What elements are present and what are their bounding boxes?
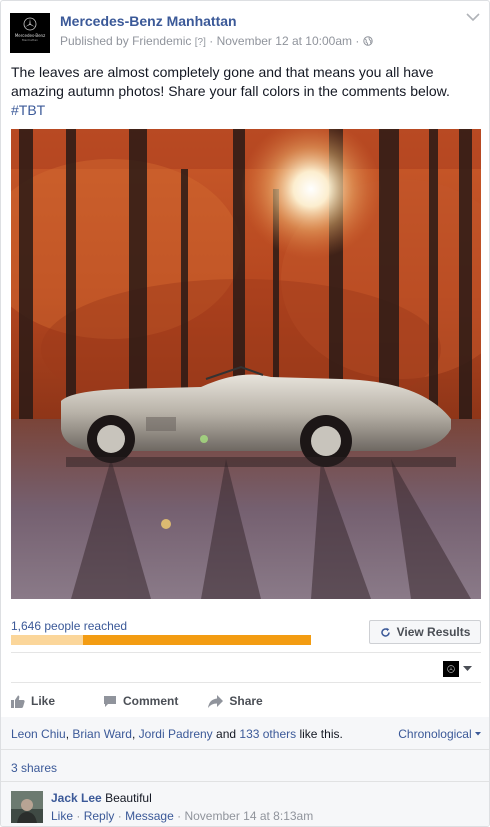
divider bbox=[11, 652, 481, 653]
comment-like-link[interactable]: Like bbox=[51, 809, 73, 823]
comment-body: Jack Lee Beautiful Like · Reply · Messag… bbox=[51, 791, 313, 823]
post-header: Mercedes-Benz Manhattan Mercedes-Benz Ma… bbox=[1, 1, 489, 59]
avatar-brand-sub: Manhattan bbox=[21, 38, 39, 42]
like-label: Like bbox=[31, 694, 56, 708]
reach-bar-organic bbox=[11, 635, 83, 645]
help-marker[interactable]: [?] bbox=[195, 37, 206, 48]
globe-icon[interactable] bbox=[362, 36, 373, 46]
comment-bubble-icon bbox=[104, 695, 117, 707]
refresh-icon bbox=[380, 627, 390, 637]
comment-message-link[interactable]: Message bbox=[125, 809, 174, 823]
comment-date[interactable]: November 14 at 8:13am bbox=[184, 809, 313, 823]
thumbs-up-icon bbox=[11, 695, 25, 708]
view-results-button[interactable]: View Results bbox=[369, 620, 481, 644]
post-message: The leaves are almost completely gone an… bbox=[11, 63, 481, 120]
divider bbox=[11, 682, 481, 683]
meta-separator: · bbox=[355, 34, 360, 48]
hashtag-link[interactable]: #TBT bbox=[11, 102, 45, 118]
like-button[interactable]: Like bbox=[11, 694, 55, 708]
post-meta: Published by Friendemic [?] · November 1… bbox=[60, 34, 373, 48]
comment-text: Beautiful bbox=[105, 791, 152, 805]
like-suffix: like this. bbox=[299, 727, 343, 741]
view-results-label: View Results bbox=[396, 625, 471, 639]
divider bbox=[1, 749, 489, 750]
published-by-label: Published by bbox=[60, 34, 129, 48]
separator: · bbox=[177, 809, 182, 823]
separator: · bbox=[117, 809, 122, 823]
sort-label: Chronological bbox=[398, 727, 472, 741]
liker-link[interactable]: Jordi Padreny bbox=[139, 727, 213, 741]
separator: · bbox=[76, 809, 81, 823]
meta-separator: · bbox=[209, 34, 214, 48]
page-avatar[interactable]: Mercedes-Benz Manhattan bbox=[10, 13, 50, 53]
comment-button[interactable]: Comment bbox=[103, 694, 178, 708]
autumn-car-photo bbox=[11, 129, 481, 599]
post-text: The leaves are almost completely gone an… bbox=[11, 64, 450, 99]
reach-bar-paid bbox=[83, 635, 311, 645]
mercedes-star-icon bbox=[23, 17, 37, 31]
commenter-avatar[interactable] bbox=[11, 791, 43, 823]
post-date[interactable]: November 12 at 10:00am bbox=[217, 34, 352, 48]
commenter-photo bbox=[11, 791, 43, 823]
caret-down-icon bbox=[475, 732, 481, 736]
comment-item: Jack Lee Beautiful Like · Reply · Messag… bbox=[11, 791, 481, 826]
share-button[interactable]: Share bbox=[208, 694, 263, 708]
page-avatar-small bbox=[443, 661, 459, 677]
comment-label: Comment bbox=[123, 694, 179, 708]
others-link[interactable]: 133 others bbox=[239, 727, 296, 741]
comment-author-link[interactable]: Jack Lee bbox=[51, 791, 102, 805]
divider bbox=[1, 781, 489, 782]
post-actions: Like Comment Share bbox=[11, 691, 293, 711]
liker-link[interactable]: Brian Ward bbox=[72, 727, 132, 741]
post-card: Mercedes-Benz Manhattan Mercedes-Benz Ma… bbox=[0, 0, 490, 827]
people-reached-label[interactable]: 1,646 people reached bbox=[11, 619, 127, 633]
shares-link[interactable]: 3 shares bbox=[11, 761, 57, 775]
mercedes-star-icon bbox=[447, 665, 455, 673]
chevron-down-icon[interactable] bbox=[465, 11, 481, 23]
publisher-link[interactable]: Friendemic bbox=[132, 34, 191, 48]
and-text: and bbox=[216, 727, 237, 741]
comment-reply-link[interactable]: Reply bbox=[84, 809, 115, 823]
share-arrow-icon bbox=[208, 694, 224, 708]
post-photo[interactable] bbox=[11, 129, 481, 599]
page-name-link[interactable]: Mercedes-Benz Manhattan bbox=[60, 13, 237, 29]
feedback-section: Leon Chiu, Brian Ward, Jordi Padreny and… bbox=[1, 717, 489, 826]
comment-sort-dropdown[interactable]: Chronological bbox=[398, 727, 481, 741]
liker-link[interactable]: Leon Chiu bbox=[11, 727, 66, 741]
comment-actions: Like · Reply · Message · November 14 at … bbox=[51, 809, 313, 823]
comment-as-selector[interactable] bbox=[443, 661, 472, 677]
share-label: Share bbox=[229, 694, 263, 708]
reach-bar bbox=[11, 635, 311, 645]
caret-down-icon bbox=[463, 666, 472, 671]
